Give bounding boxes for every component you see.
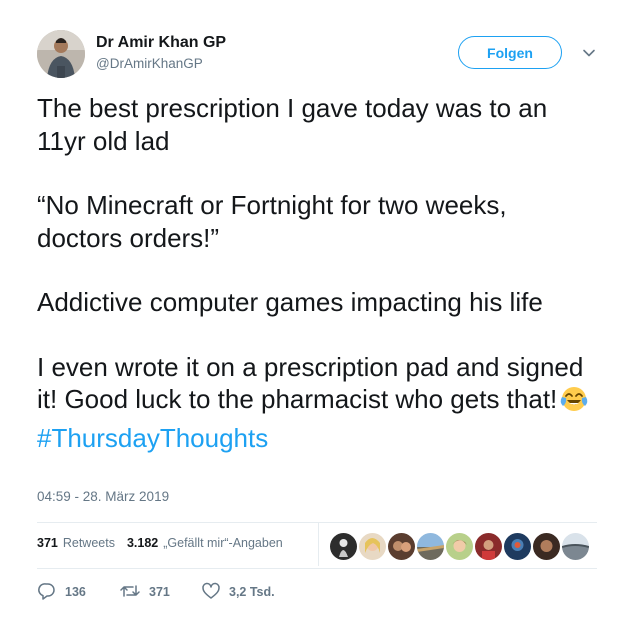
- like-button[interactable]: 3,2 Tsd.: [201, 581, 301, 604]
- liker-avatar[interactable]: [328, 531, 359, 562]
- tweet-line: “No Minecraft or Fortnight for two weeks…: [37, 190, 507, 253]
- heart-icon: [201, 581, 229, 604]
- author-handle[interactable]: @DrAmirKhanGP: [96, 56, 203, 71]
- liker-avatar[interactable]: [357, 531, 388, 562]
- tweet-line-text: I even wrote it on a prescription pad an…: [37, 351, 584, 415]
- engagement-stats: 371 Retweets 3.182 „Gefällt mir“-Angaben: [37, 536, 295, 550]
- tweet-actions: 136 371 3,2 Tsd.: [37, 580, 301, 604]
- liker-avatar[interactable]: [531, 531, 562, 562]
- hashtag-link[interactable]: #ThursdayThoughts: [37, 422, 597, 455]
- retweet-icon: [119, 581, 149, 604]
- tweet-line: I even wrote it on a prescription pad an…: [37, 351, 597, 422]
- like-count: 3,2 Tsd.: [229, 585, 275, 599]
- liker-avatar[interactable]: [473, 531, 504, 562]
- tweet-timestamp[interactable]: 04:59 - 28. März 2019: [37, 489, 169, 504]
- liker-avatar[interactable]: [502, 531, 533, 562]
- follow-button[interactable]: Folgen: [458, 36, 562, 69]
- retweet-count: 371: [149, 585, 170, 599]
- tweet-line: The best prescription I gave today was t…: [37, 93, 548, 156]
- author-name[interactable]: Dr Amir Khan GP: [96, 34, 226, 52]
- retweet-button[interactable]: 371: [119, 581, 201, 604]
- reply-icon: [37, 581, 65, 604]
- likes-label: „Gefällt mir“-Angaben: [163, 536, 283, 550]
- tweet-text: The best prescription I gave today was t…: [37, 92, 597, 454]
- liker-avatar[interactable]: [444, 531, 475, 562]
- divider: [37, 568, 597, 569]
- author-avatar[interactable]: [37, 30, 85, 78]
- retweets-stat[interactable]: 371 Retweets: [37, 536, 115, 550]
- likes-count: 3.182: [126, 536, 159, 550]
- liker-avatar[interactable]: [560, 531, 591, 562]
- liker-avatar[interactable]: [386, 531, 417, 562]
- divider: [318, 522, 319, 566]
- divider: [37, 522, 597, 523]
- reply-count: 136: [65, 585, 86, 599]
- retweets-label: Retweets: [62, 536, 115, 550]
- retweets-count: 371: [37, 536, 58, 550]
- tweet-line: Addictive computer games impacting his l…: [37, 287, 543, 317]
- likes-stat[interactable]: 3.182 „Gefällt mir“-Angaben: [127, 536, 283, 550]
- laughing-tears-emoji-icon: [559, 384, 589, 422]
- chevron-down-icon[interactable]: [580, 44, 598, 62]
- reply-button[interactable]: 136: [37, 581, 119, 604]
- liker-avatar[interactable]: [415, 531, 446, 562]
